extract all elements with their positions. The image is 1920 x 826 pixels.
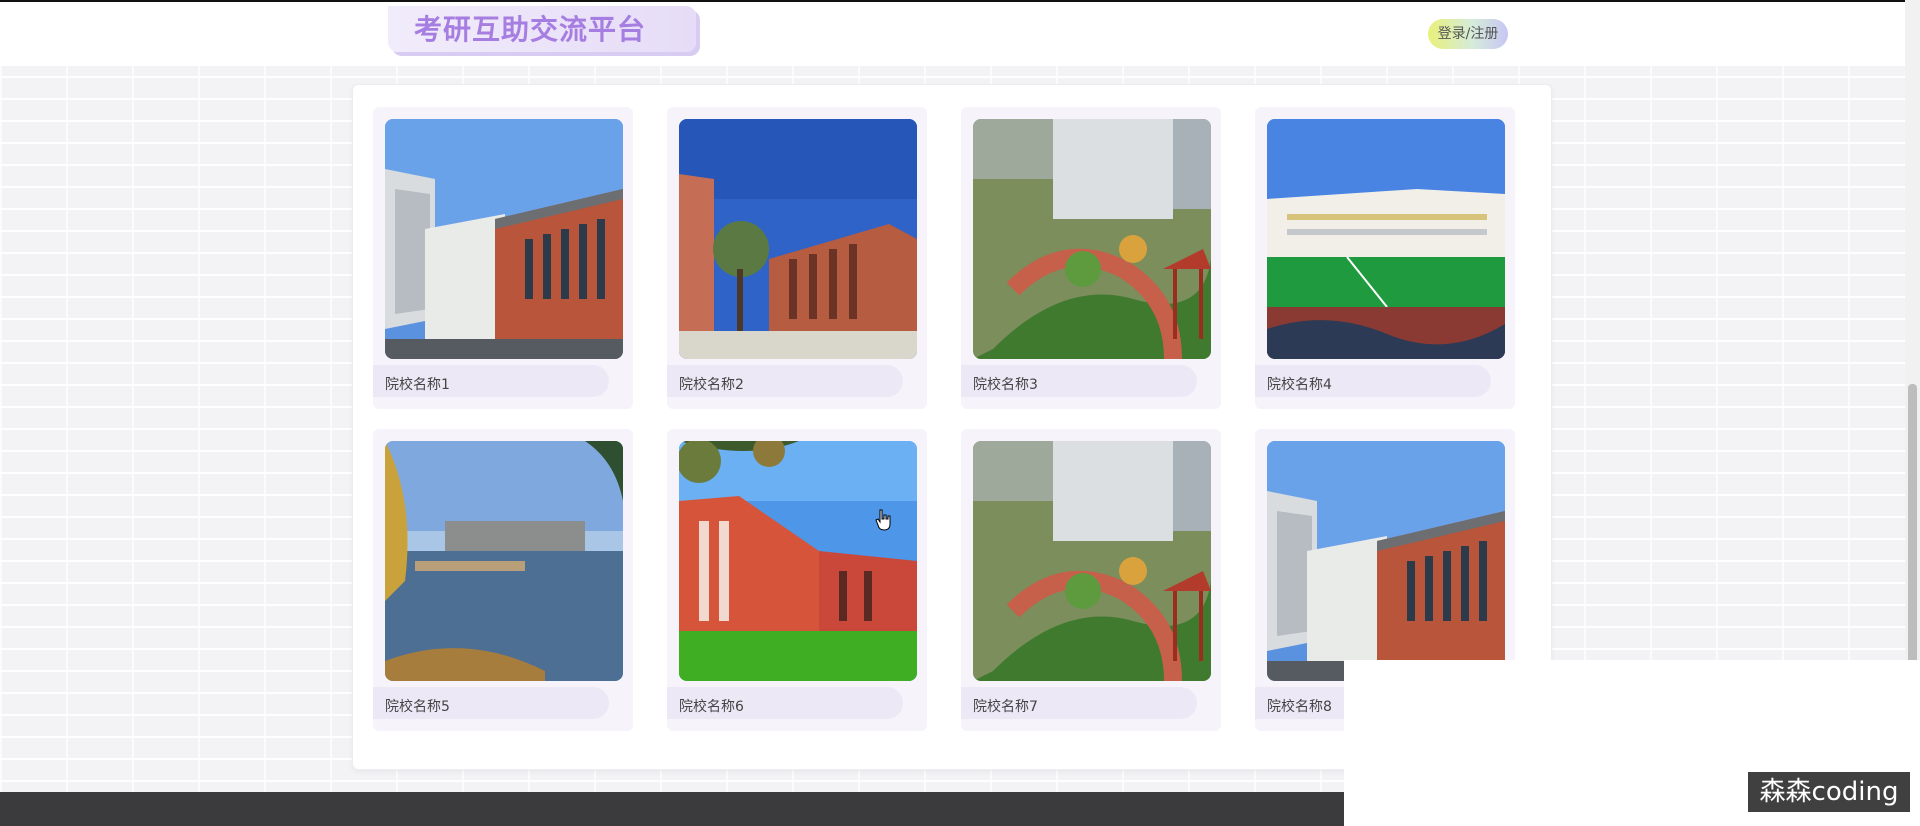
school-photo[interactable] bbox=[679, 441, 917, 681]
school-photo[interactable] bbox=[385, 441, 623, 681]
school-card[interactable]: 院校名称5 bbox=[373, 429, 633, 731]
school-name: 院校名称5 bbox=[385, 699, 450, 715]
school-name: 院校名称3 bbox=[973, 377, 1038, 393]
school-photo[interactable] bbox=[1267, 119, 1505, 359]
login-register-button[interactable]: 登录/注册 bbox=[1428, 19, 1508, 49]
school-photo[interactable] bbox=[1267, 441, 1505, 681]
school-card[interactable]: 院校名称7 bbox=[961, 429, 1221, 731]
school-photo[interactable] bbox=[385, 119, 623, 359]
school-card[interactable]: 院校名称4 bbox=[1255, 107, 1515, 409]
school-name: 院校名称1 bbox=[385, 377, 450, 393]
school-photo[interactable] bbox=[973, 441, 1211, 681]
school-name: 院校名称4 bbox=[1267, 377, 1332, 393]
hand-cursor-icon bbox=[875, 509, 891, 531]
site-title: 考研互助交流平台 bbox=[414, 13, 647, 46]
site-logo[interactable]: 考研互助交流平台 bbox=[388, 6, 696, 52]
school-name: 院校名称2 bbox=[679, 377, 744, 393]
school-card[interactable]: 院校名称2 bbox=[667, 107, 927, 409]
school-card[interactable]: 院校名称1 bbox=[373, 107, 633, 409]
school-photo[interactable] bbox=[973, 119, 1211, 359]
school-name: 院校名称6 bbox=[679, 699, 744, 715]
school-photo[interactable] bbox=[679, 119, 917, 359]
school-card[interactable]: 院校名称3 bbox=[961, 107, 1221, 409]
school-card[interactable]: 院校名称6 bbox=[667, 429, 927, 731]
school-name: 院校名称7 bbox=[973, 699, 1038, 715]
school-name: 院校名称8 bbox=[1267, 699, 1332, 715]
top-header: 考研互助交流平台 登录/注册 bbox=[0, 0, 1905, 66]
video-watermark: 森森coding bbox=[1748, 772, 1910, 812]
